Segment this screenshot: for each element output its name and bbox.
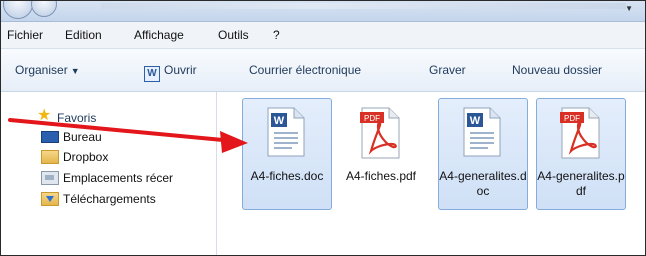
file-name: A4-fiches.pdf bbox=[345, 169, 417, 183]
new-folder-button[interactable]: Nouveau dossier bbox=[512, 63, 602, 77]
email-button[interactable]: Courrier électronique bbox=[249, 63, 361, 77]
nav-item-label: Favoris bbox=[57, 111, 97, 125]
menu-outils[interactable]: Outils bbox=[218, 28, 249, 42]
address-dropdown-icon[interactable]: ▼ bbox=[625, 4, 633, 13]
menu-edition[interactable]: Edition bbox=[65, 28, 102, 42]
nav-item-label: Téléchargements bbox=[63, 192, 156, 206]
menu-fichier[interactable]: Fichier bbox=[7, 28, 43, 42]
explorer-window: ▼ Fichier Edition Affichage Outils ? Org… bbox=[0, 0, 646, 256]
organize-button[interactable]: Organiser ▼ bbox=[15, 63, 80, 77]
word-document-icon: W bbox=[267, 107, 305, 157]
title-bar: ▼ bbox=[1, 1, 645, 22]
open-button[interactable]: W Ouvrir bbox=[144, 63, 197, 82]
back-button[interactable] bbox=[3, 1, 33, 19]
recent-places-icon bbox=[41, 171, 59, 185]
address-bar[interactable] bbox=[101, 3, 626, 9]
folder-icon bbox=[41, 150, 59, 164]
file-list: W A4-fiches.doc PDF A4-fiches.pdf W A4-g… bbox=[217, 92, 645, 255]
open-label: Ouvrir bbox=[164, 63, 197, 77]
file-name: A4-generalites.pdf bbox=[537, 169, 625, 198]
forward-button[interactable] bbox=[31, 1, 57, 17]
command-bar: Organiser ▼ W Ouvrir Courrier électronique… bbox=[1, 49, 645, 92]
svg-text:PDF: PDF bbox=[364, 114, 380, 123]
file-item[interactable]: PDF A4-fiches.pdf bbox=[336, 98, 426, 210]
pdf-document-icon: PDF bbox=[360, 107, 400, 159]
nav-item-label: Bureau bbox=[63, 130, 102, 144]
file-item[interactable]: W A4-generalites.doc bbox=[438, 98, 528, 210]
svg-text:W: W bbox=[470, 115, 481, 127]
menu-bar: Fichier Edition Affichage Outils ? bbox=[1, 22, 645, 49]
file-item[interactable]: W A4-fiches.doc bbox=[242, 98, 332, 210]
svg-text:W: W bbox=[274, 115, 285, 127]
menu-help[interactable]: ? bbox=[273, 28, 280, 42]
navigation-pane: ★ Favoris Bureau Dropbox Emplacements ré… bbox=[1, 92, 217, 255]
menu-affichage[interactable]: Affichage bbox=[134, 28, 184, 42]
word-document-icon: W bbox=[463, 107, 501, 157]
chevron-down-icon: ▼ bbox=[70, 66, 80, 76]
pdf-document-icon: PDF bbox=[560, 107, 600, 159]
burn-button[interactable]: Graver bbox=[429, 63, 466, 77]
svg-text:PDF: PDF bbox=[564, 114, 580, 123]
nav-item-label: Dropbox bbox=[63, 150, 109, 164]
nav-item-label: Emplacements récer bbox=[63, 171, 174, 185]
downloads-folder-icon bbox=[41, 192, 59, 206]
word-icon: W bbox=[144, 66, 160, 82]
file-name: A4-fiches.doc bbox=[250, 169, 324, 183]
desktop-icon bbox=[41, 131, 59, 143]
organize-label: Organiser bbox=[15, 63, 68, 77]
star-icon: ★ bbox=[37, 107, 52, 124]
file-name: A4-generalites.doc bbox=[439, 169, 527, 198]
file-item[interactable]: PDF A4-generalites.pdf bbox=[536, 98, 626, 210]
